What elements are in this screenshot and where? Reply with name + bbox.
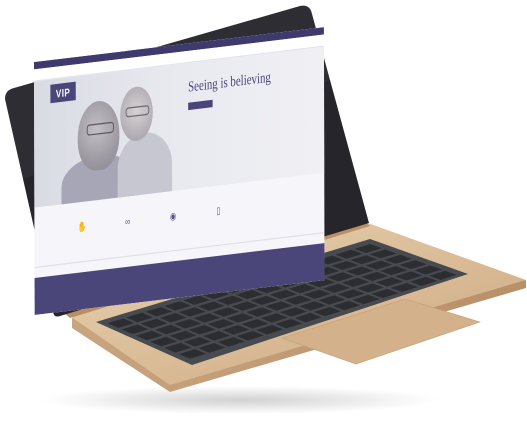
hero-copy: Seeing is believing bbox=[188, 63, 315, 115]
feature-link[interactable] bbox=[169, 223, 205, 227]
floor-shadow bbox=[40, 386, 440, 414]
feature-link[interactable] bbox=[214, 217, 250, 221]
feature-title bbox=[214, 217, 250, 221]
glasses-icon: ∞ bbox=[125, 215, 131, 228]
feature-link[interactable] bbox=[123, 228, 159, 232]
feature-card: ∞ bbox=[123, 212, 159, 232]
feature-title bbox=[78, 234, 114, 238]
bottle-icon: ▯ bbox=[216, 204, 221, 217]
feature-card: ▯ bbox=[214, 201, 250, 221]
feature-title bbox=[169, 223, 205, 227]
feature-desc bbox=[214, 217, 250, 221]
hero-headline: Seeing is believing bbox=[188, 68, 271, 96]
feature-title bbox=[123, 228, 159, 232]
feature-desc bbox=[123, 228, 159, 232]
feature-card: ◉ bbox=[168, 207, 204, 227]
hero-primary-button[interactable] bbox=[188, 99, 213, 111]
feature-link[interactable] bbox=[78, 234, 114, 238]
laptop-mockup: VIP Seeing is believing ✋ ∞ ◉ ▯ bbox=[0, 0, 527, 425]
feature-desc bbox=[169, 223, 205, 227]
eye-icon: ◉ bbox=[169, 210, 177, 223]
feature-card: ✋ bbox=[78, 218, 114, 238]
feature-desc bbox=[78, 234, 114, 238]
site-logo[interactable]: VIP bbox=[50, 81, 76, 104]
display-screen: VIP Seeing is believing ✋ ∞ ◉ ▯ bbox=[34, 27, 325, 315]
hand-icon: ✋ bbox=[77, 221, 87, 234]
